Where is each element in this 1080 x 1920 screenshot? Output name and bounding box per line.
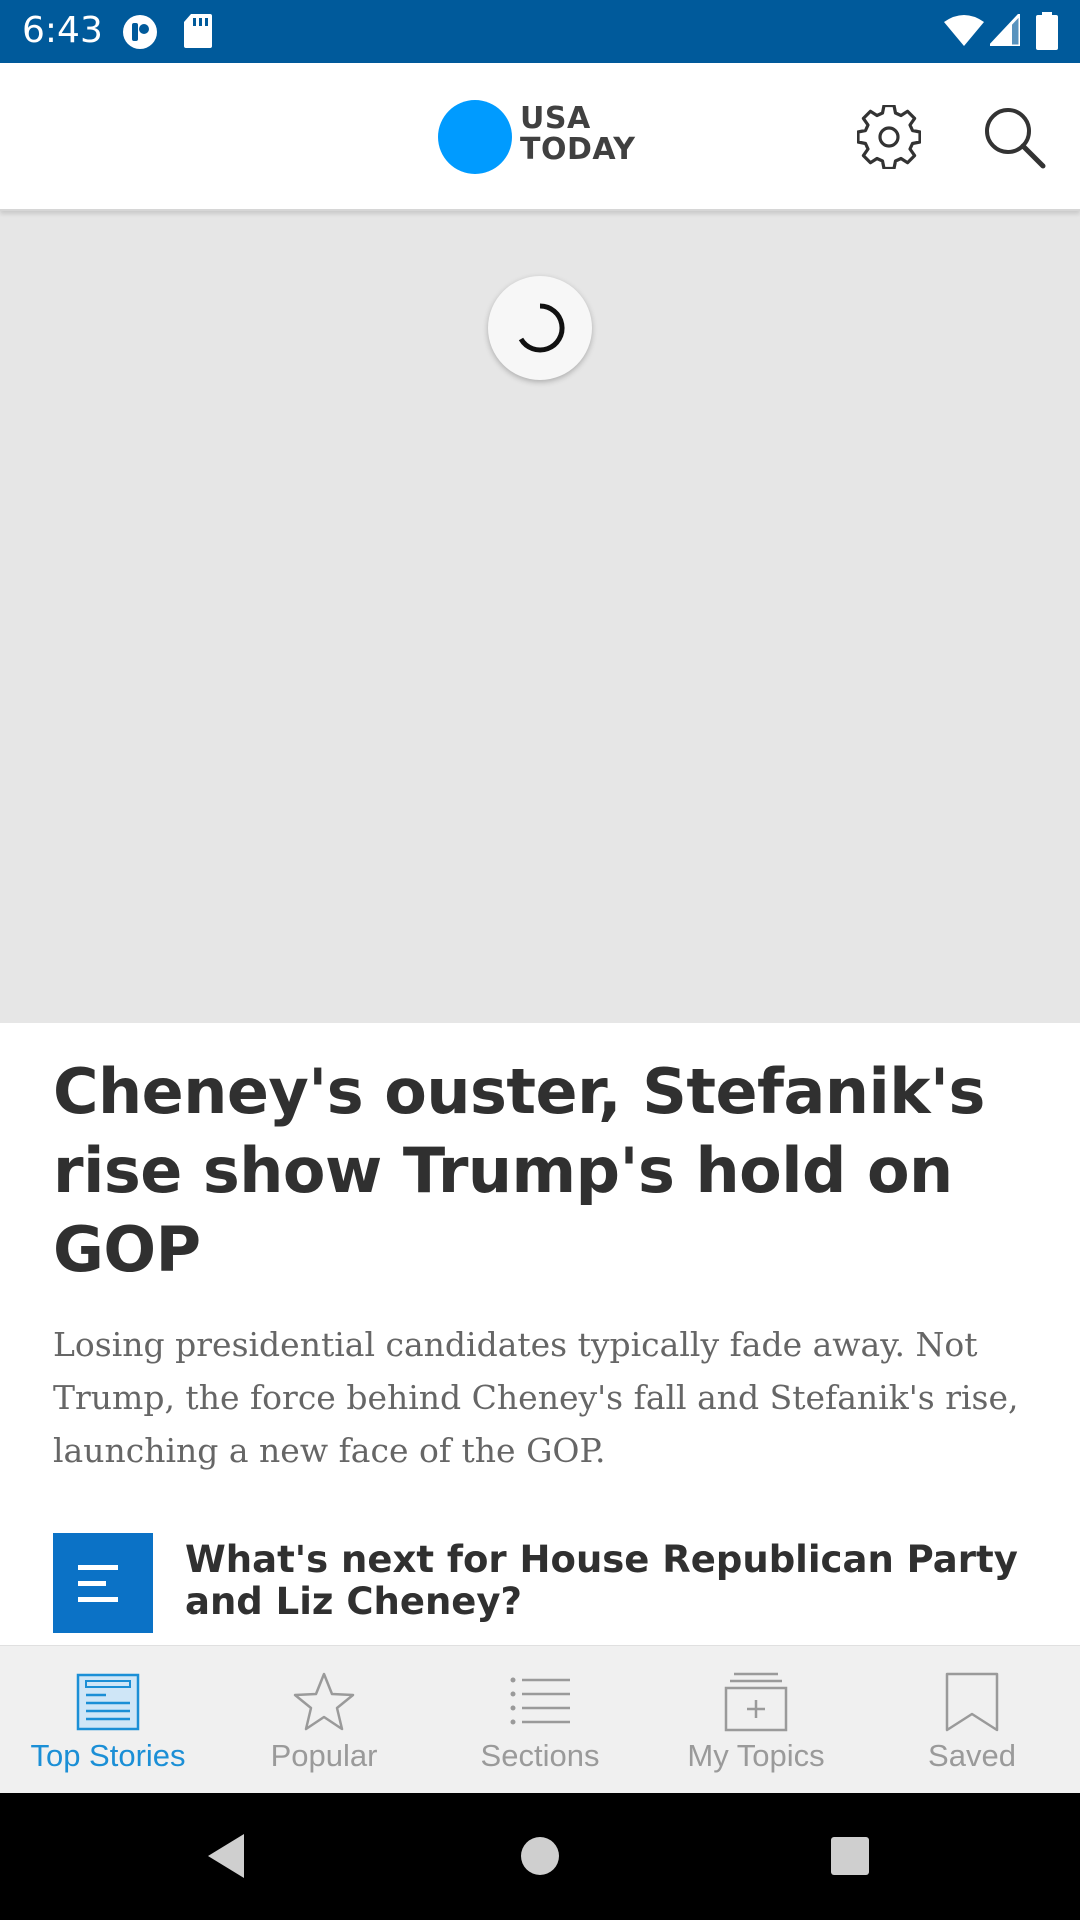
star-icon	[216, 1670, 432, 1734]
nav-top-stories[interactable]: Top Stories	[0, 1646, 216, 1794]
logo-line-1: USA	[520, 101, 591, 136]
article-summary[interactable]: Losing presidential candidates typically…	[53, 1318, 1043, 1477]
nav-saved[interactable]: Saved	[864, 1646, 1080, 1794]
nav-sections[interactable]: Sections	[432, 1646, 648, 1794]
nav-label-top-stories: Top Stories	[30, 1738, 186, 1773]
gear-icon	[857, 105, 921, 169]
status-time: 6:43	[22, 10, 103, 51]
home-button[interactable]	[500, 1821, 580, 1891]
sd-card-icon	[183, 13, 213, 54]
loading-spinner	[488, 276, 592, 380]
related-story[interactable]: What's next for House Republican Party a…	[53, 1533, 1033, 1633]
related-story-title: What's next for House Republican Party a…	[185, 1538, 1018, 1623]
home-icon	[521, 1837, 559, 1875]
list-icon	[432, 1670, 648, 1734]
nav-label-saved: Saved	[928, 1738, 1016, 1773]
recents-icon	[831, 1837, 869, 1875]
nav-label-my-topics: My Topics	[687, 1738, 825, 1773]
logo-line-2: TODAY	[520, 132, 636, 167]
app-header: USA TODAY	[0, 63, 1080, 211]
bookmark-icon	[864, 1670, 1080, 1734]
nav-popular[interactable]: Popular	[216, 1646, 432, 1794]
my-topics-icon	[648, 1670, 864, 1734]
search-icon	[985, 108, 1046, 169]
cell-signal-icon	[986, 10, 1022, 51]
app-notification-icon	[121, 13, 159, 56]
status-bar: 6:43	[0, 0, 1080, 63]
bottom-navigation: Top Stories Popular Sections My Topics S…	[0, 1645, 1080, 1793]
article-headline[interactable]: Cheney's ouster, Stefanik's rise show Tr…	[53, 1052, 1013, 1289]
nav-label-sections: Sections	[480, 1738, 600, 1773]
battery-icon	[1036, 12, 1058, 55]
nav-label-popular: Popular	[270, 1738, 378, 1773]
recents-button[interactable]	[810, 1821, 890, 1891]
top-stories-icon	[0, 1670, 216, 1734]
article-icon	[53, 1533, 153, 1633]
usa-today-logo-text: USA TODAY	[520, 103, 635, 165]
back-icon	[208, 1834, 244, 1878]
system-navigation-bar	[0, 1793, 1080, 1920]
settings-button[interactable]	[849, 97, 929, 177]
spinner-icon	[518, 303, 565, 353]
hero-image-placeholder[interactable]	[0, 211, 1080, 1023]
back-button[interactable]	[186, 1821, 266, 1891]
search-button[interactable]	[974, 97, 1054, 177]
nav-my-topics[interactable]: My Topics	[648, 1646, 864, 1794]
usa-today-logo-circle	[438, 100, 512, 174]
wifi-icon	[944, 14, 984, 51]
